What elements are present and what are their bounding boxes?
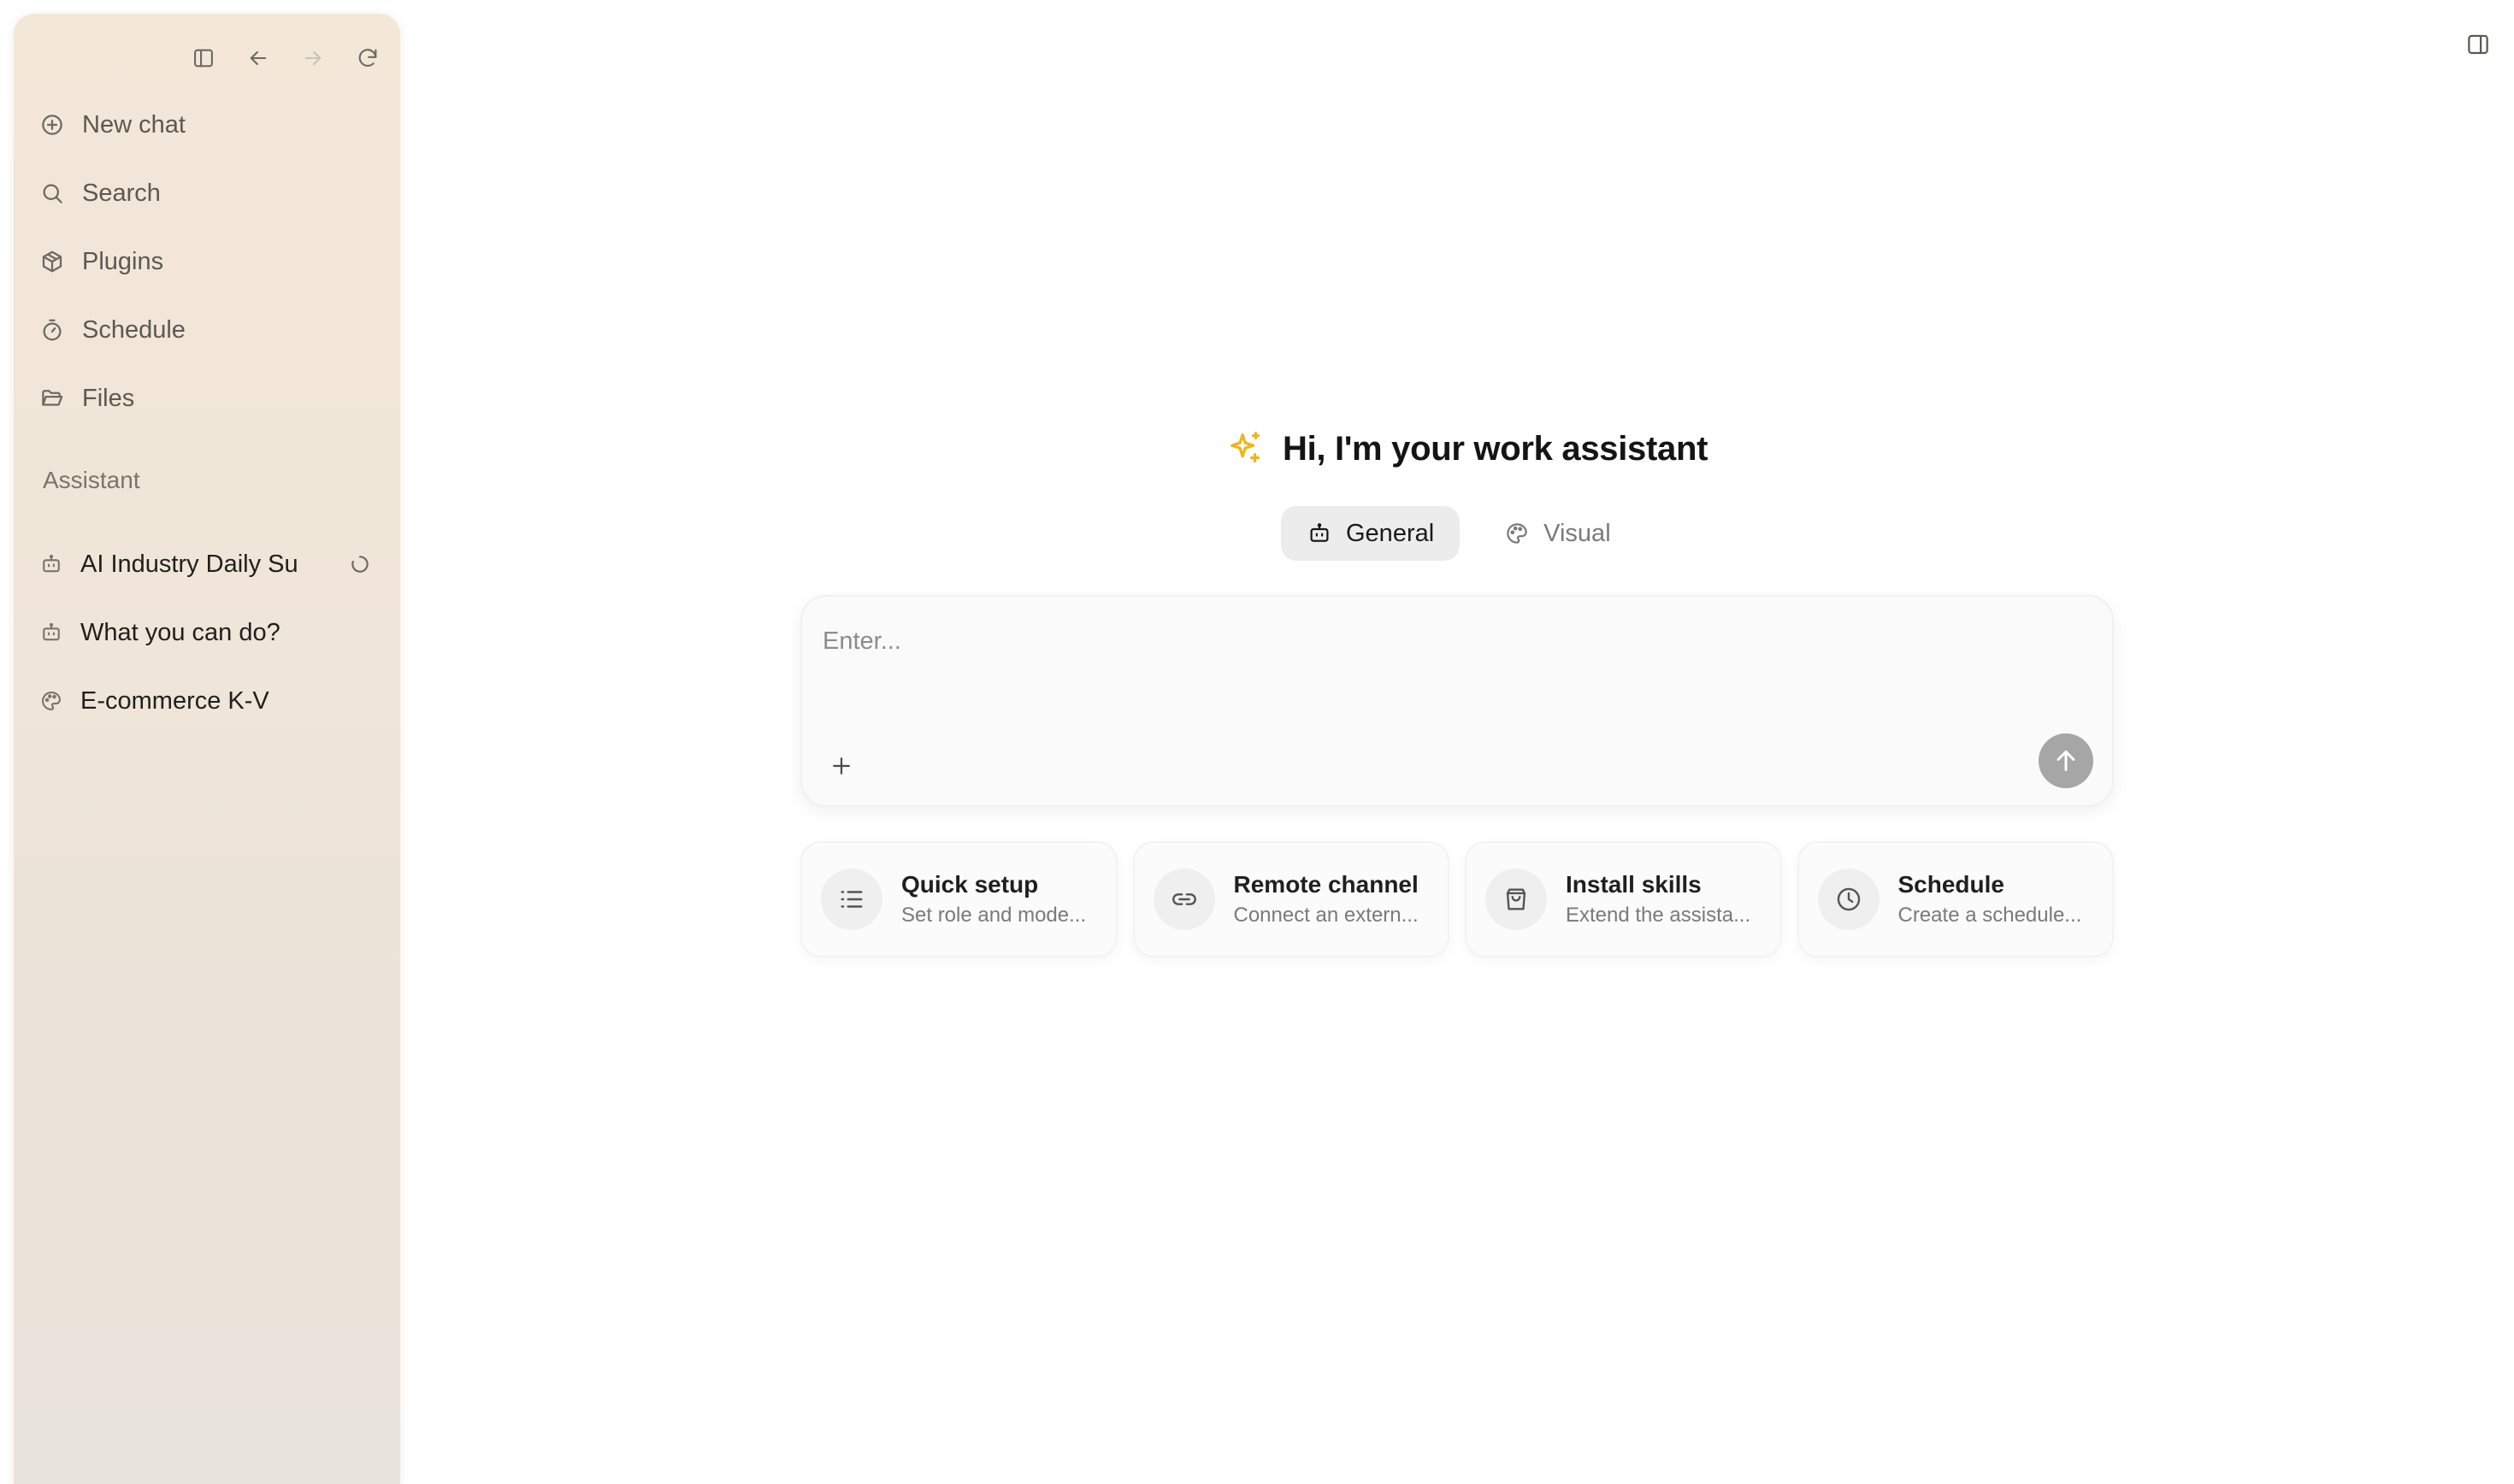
sidebar-nav: New chat Search Plugins Schedule Files — [27, 91, 387, 433]
sidebar-item-label: Plugins — [82, 247, 164, 275]
timer-icon — [39, 317, 65, 343]
card-install-skills[interactable]: Install skills Extend the assista... — [1465, 841, 1782, 957]
card-title: Remote channel — [1233, 871, 1419, 898]
card-subtitle: Connect an extern... — [1233, 904, 1419, 927]
link-icon — [1153, 869, 1215, 930]
card-title: Schedule — [1897, 871, 2004, 898]
greeting: Hi, I'm your work assistant — [1226, 419, 1708, 479]
mode-tab-general[interactable]: General — [1281, 506, 1461, 561]
panel-right-icon — [2465, 32, 2491, 57]
forward-button[interactable] — [289, 34, 337, 82]
sidebar-item-plugins[interactable]: Plugins — [27, 227, 387, 296]
sparkles-icon — [1226, 429, 1266, 468]
card-subtitle: Create a schedule... — [1897, 904, 2082, 927]
assistant-item-label: What you can do? — [80, 618, 280, 646]
mode-tab-label: General — [1346, 519, 1435, 547]
palette-icon — [1504, 521, 1530, 546]
card-schedule[interactable]: Schedule Create a schedule... — [1797, 841, 2114, 957]
card-remote-channel[interactable]: Remote channel Connect an extern... — [1132, 841, 1449, 957]
sidebar-item-schedule[interactable]: Schedule — [27, 296, 387, 364]
sidebar: New chat Search Plugins Schedule Files A… — [14, 14, 400, 1484]
clock-icon — [1817, 869, 1880, 930]
sidebar-toggle-icon — [192, 46, 215, 70]
card-subtitle: Extend the assista... — [1566, 904, 1751, 927]
quick-action-cards: Quick setup Set role and mode... Remote … — [800, 841, 2114, 957]
shopping-bag-icon — [1485, 869, 1547, 930]
sidebar-item-new-chat[interactable]: New chat — [27, 91, 387, 159]
composer — [800, 595, 2114, 807]
sidebar-item-label: Files — [82, 384, 135, 412]
bot-icon — [39, 552, 63, 576]
sidebar-item-files[interactable]: Files — [27, 364, 387, 433]
panel-toggle-button[interactable] — [2459, 26, 2497, 63]
sidebar-toggle-button[interactable] — [180, 34, 227, 82]
assistant-item-ecommerce-kv[interactable]: E-commerce K-V — [27, 667, 387, 735]
card-title: Quick setup — [901, 871, 1039, 898]
assistant-item-label: AI Industry Daily Su — [80, 550, 298, 578]
list-icon — [821, 869, 882, 930]
arrow-left-icon — [246, 46, 270, 70]
mode-tab-visual[interactable]: Visual — [1478, 506, 1636, 561]
loading-spinner-icon — [349, 553, 371, 575]
assistant-item-label: E-commerce K-V — [80, 686, 269, 715]
card-quick-setup[interactable]: Quick setup Set role and mode... — [800, 841, 1118, 957]
back-button[interactable] — [234, 34, 282, 82]
sidebar-toolbar — [180, 31, 392, 85]
assistant-list: AI Industry Daily Su What you can do? E-… — [27, 530, 387, 735]
plus-icon — [829, 753, 854, 779]
refresh-icon — [356, 46, 380, 70]
arrow-up-icon — [2051, 745, 2081, 776]
sidebar-item-label: Search — [82, 179, 161, 207]
assistant-item-what-you-can-do[interactable]: What you can do? — [27, 598, 387, 667]
message-input[interactable] — [821, 615, 2093, 667]
folder-open-icon — [39, 386, 65, 411]
mode-switch: General Visual — [1281, 506, 1637, 561]
sidebar-item-search[interactable]: Search — [27, 159, 387, 227]
sidebar-item-label: New chat — [82, 110, 186, 138]
plus-circle-icon — [39, 112, 65, 138]
sidebar-item-label: Schedule — [82, 315, 186, 344]
refresh-button[interactable] — [344, 34, 392, 82]
arrow-right-icon — [301, 46, 325, 70]
greeting-title: Hi, I'm your work assistant — [1283, 429, 1708, 468]
send-button[interactable] — [2039, 733, 2093, 788]
bot-icon — [39, 621, 63, 645]
bot-icon — [1307, 521, 1332, 546]
assistant-section-label: Assistant — [43, 467, 140, 493]
attach-button[interactable] — [824, 749, 859, 783]
card-subtitle: Set role and mode... — [901, 904, 1087, 927]
palette-icon — [39, 689, 63, 713]
search-icon — [39, 180, 65, 206]
package-icon — [39, 249, 65, 274]
mode-tab-label: Visual — [1543, 519, 1611, 547]
card-title: Install skills — [1566, 871, 1702, 898]
assistant-item-ai-industry-daily[interactable]: AI Industry Daily Su — [27, 530, 387, 598]
